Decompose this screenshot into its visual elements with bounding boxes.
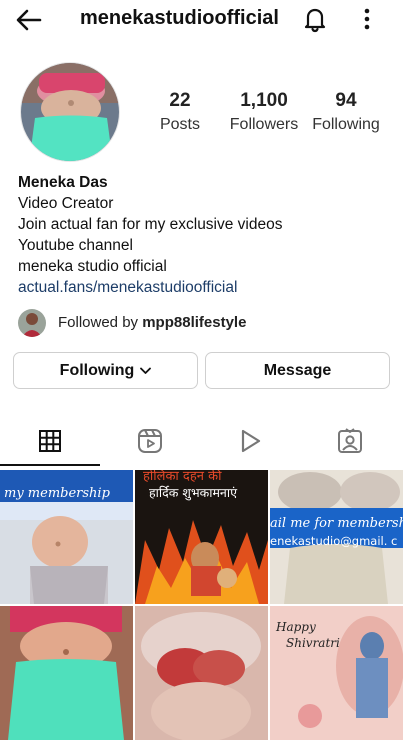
bell-icon[interactable] xyxy=(301,5,329,33)
tab-posts-grid[interactable] xyxy=(0,420,100,466)
bio-line: Join actual fan for my exclusive videos xyxy=(18,216,283,233)
followers-stat[interactable]: 1,100 Followers xyxy=(227,90,301,134)
profile-username-title: menekastudioofficial xyxy=(80,7,279,29)
post-email-text: enekastudio@gmail. c xyxy=(270,534,398,548)
post-thumbnail[interactable]: ail me for membersh enekastudio@gmail. c xyxy=(270,470,403,604)
tab-tagged[interactable] xyxy=(300,420,400,466)
followed-by-prefix: Followed by xyxy=(58,314,143,331)
post-caption-text: Shivratri xyxy=(286,636,340,650)
grid-icon xyxy=(38,429,62,458)
post-caption-text: ail me for membersh xyxy=(270,516,403,531)
followed-by-username[interactable]: mpp88lifestyle xyxy=(142,314,246,331)
tab-videos[interactable] xyxy=(200,420,300,466)
follower-avatar xyxy=(18,309,46,337)
post-caption-text: Happy xyxy=(276,620,316,634)
bio-line: Video Creator xyxy=(18,195,114,212)
profile-tabs xyxy=(0,420,403,466)
post-thumbnail[interactable] xyxy=(0,606,133,740)
followers-count: 1,100 xyxy=(240,90,288,111)
message-button-label: Message xyxy=(263,361,332,379)
followed-by-text: Followed by mpp88lifestyle xyxy=(58,314,246,331)
posts-grid: my membership होलिका दहन की हार्दिक शुभक… xyxy=(0,470,403,750)
following-stat[interactable]: 94 Following xyxy=(310,90,382,134)
back-arrow-icon[interactable] xyxy=(14,6,44,34)
chevron-down-icon xyxy=(140,364,152,378)
tab-reels[interactable] xyxy=(100,420,200,466)
following-button[interactable]: Following xyxy=(13,352,198,389)
post-thumbnail[interactable]: Happy Shivratri xyxy=(270,606,403,740)
followed-by-row[interactable]: Followed by mpp88lifestyle xyxy=(18,309,388,337)
posts-stat[interactable]: 22 Posts xyxy=(156,90,204,134)
play-icon xyxy=(238,428,262,459)
following-count: 94 xyxy=(335,90,357,111)
profile-bio: Meneka Das Video Creator Join actual fan… xyxy=(18,172,388,298)
profile-link[interactable]: actual.fans/menekastudioofficial xyxy=(18,277,388,298)
post-caption-text: my membership xyxy=(4,486,110,501)
post-thumbnail[interactable]: होलिका दहन की हार्दिक शुभकामनाएं xyxy=(135,470,268,604)
top-bar: menekastudioofficial xyxy=(0,0,403,40)
post-thumbnail[interactable]: my membership xyxy=(0,470,133,604)
profile-name: Meneka Das xyxy=(18,174,108,191)
post-thumbnail[interactable] xyxy=(135,606,268,740)
more-vertical-icon[interactable] xyxy=(357,6,377,32)
post-caption-text: हार्दिक शुभकामनाएं xyxy=(149,485,238,500)
following-label: Following xyxy=(312,116,380,133)
posts-count: 22 xyxy=(169,90,191,111)
followers-label: Followers xyxy=(229,116,299,133)
tagged-icon xyxy=(337,427,363,459)
bio-line: meneka studio official xyxy=(18,258,167,275)
following-button-label: Following xyxy=(59,361,135,379)
reels-icon xyxy=(137,428,163,459)
post-title-text: होलिका दहन की xyxy=(143,470,222,484)
profile-avatar[interactable] xyxy=(20,62,120,162)
bio-line: Youtube channel xyxy=(18,237,133,254)
message-button[interactable]: Message xyxy=(205,352,390,389)
posts-label: Posts xyxy=(159,116,200,133)
